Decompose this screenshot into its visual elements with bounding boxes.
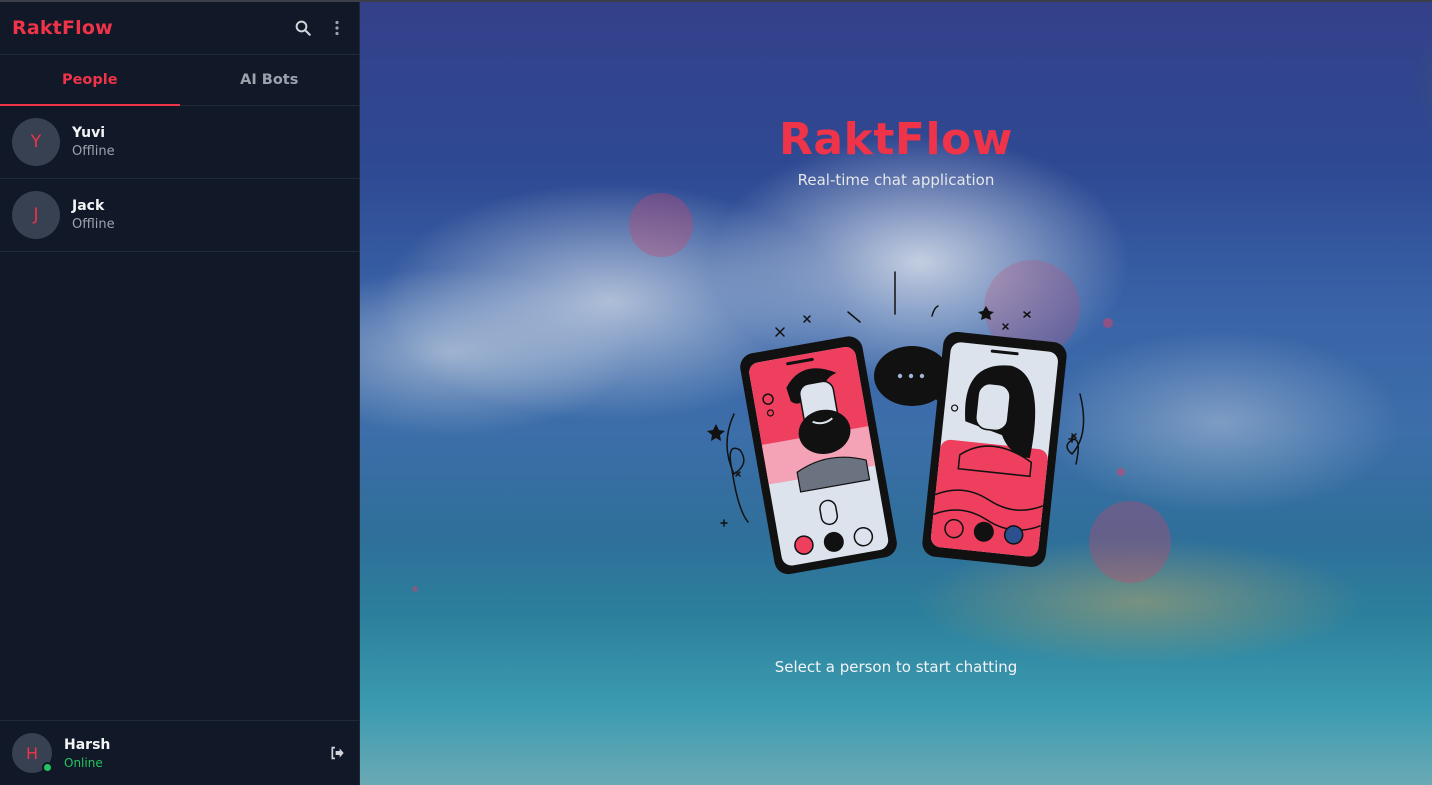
avatar: Y (12, 118, 60, 166)
sidebar-header: RaktFlow (0, 2, 359, 55)
contact-name: Jack (72, 198, 105, 214)
tab-bar: People AI Bots (0, 55, 359, 106)
welcome-title: RaktFlow (779, 114, 1013, 165)
contact-name: Yuvi (72, 125, 106, 141)
logout-icon[interactable] (327, 743, 347, 763)
online-indicator (42, 762, 53, 773)
decorative-dot (1117, 468, 1125, 476)
more-vertical-icon[interactable] (327, 18, 347, 38)
welcome-subtitle: Real-time chat application (797, 171, 995, 189)
decorative-dot (412, 586, 418, 592)
video-chat-illustration (707, 271, 1085, 575)
contact-status: Offline (72, 144, 115, 159)
brand-logo: RaktFlow (12, 17, 113, 39)
search-icon[interactable] (293, 18, 313, 38)
decorative-bubble (1089, 501, 1171, 583)
contact-info: Yuvi Offline (72, 125, 115, 159)
app-window: RaktFlow People AI Bots Y Yuvi Offline J… (0, 0, 1432, 785)
contact-info: Jack Offline (72, 198, 115, 232)
current-user: H Harsh Online (12, 733, 110, 773)
contact-list: Y Yuvi Offline J Jack Offline (0, 106, 359, 720)
avatar-initial: H (25, 743, 39, 763)
contact-status: Offline (72, 217, 115, 232)
contact-item-yuvi[interactable]: Y Yuvi Offline (0, 106, 359, 179)
avatar-initial: Y (30, 132, 42, 152)
contact-item-jack[interactable]: J Jack Offline (0, 179, 359, 252)
welcome-header: RaktFlow Real-time chat application (360, 114, 1432, 189)
current-user-status: Online (64, 755, 103, 770)
tab-ai-bots[interactable]: AI Bots (180, 55, 360, 105)
sidebar: RaktFlow People AI Bots Y Yuvi Offline J… (0, 2, 360, 785)
current-user-bar: H Harsh Online (0, 720, 359, 785)
decorative-bubble (629, 193, 693, 257)
avatar[interactable]: H (12, 733, 53, 773)
empty-state-message: Select a person to start chatting (774, 658, 1018, 676)
main-panel: RaktFlow Real-time chat application Sele… (360, 2, 1432, 785)
decorative-dot (1103, 318, 1113, 328)
header-actions (293, 18, 347, 38)
tab-people[interactable]: People (0, 55, 180, 106)
current-user-info: Harsh Online (64, 737, 110, 770)
avatar-initial: J (33, 205, 39, 225)
current-user-name: Harsh (64, 736, 111, 753)
avatar: J (12, 191, 60, 239)
